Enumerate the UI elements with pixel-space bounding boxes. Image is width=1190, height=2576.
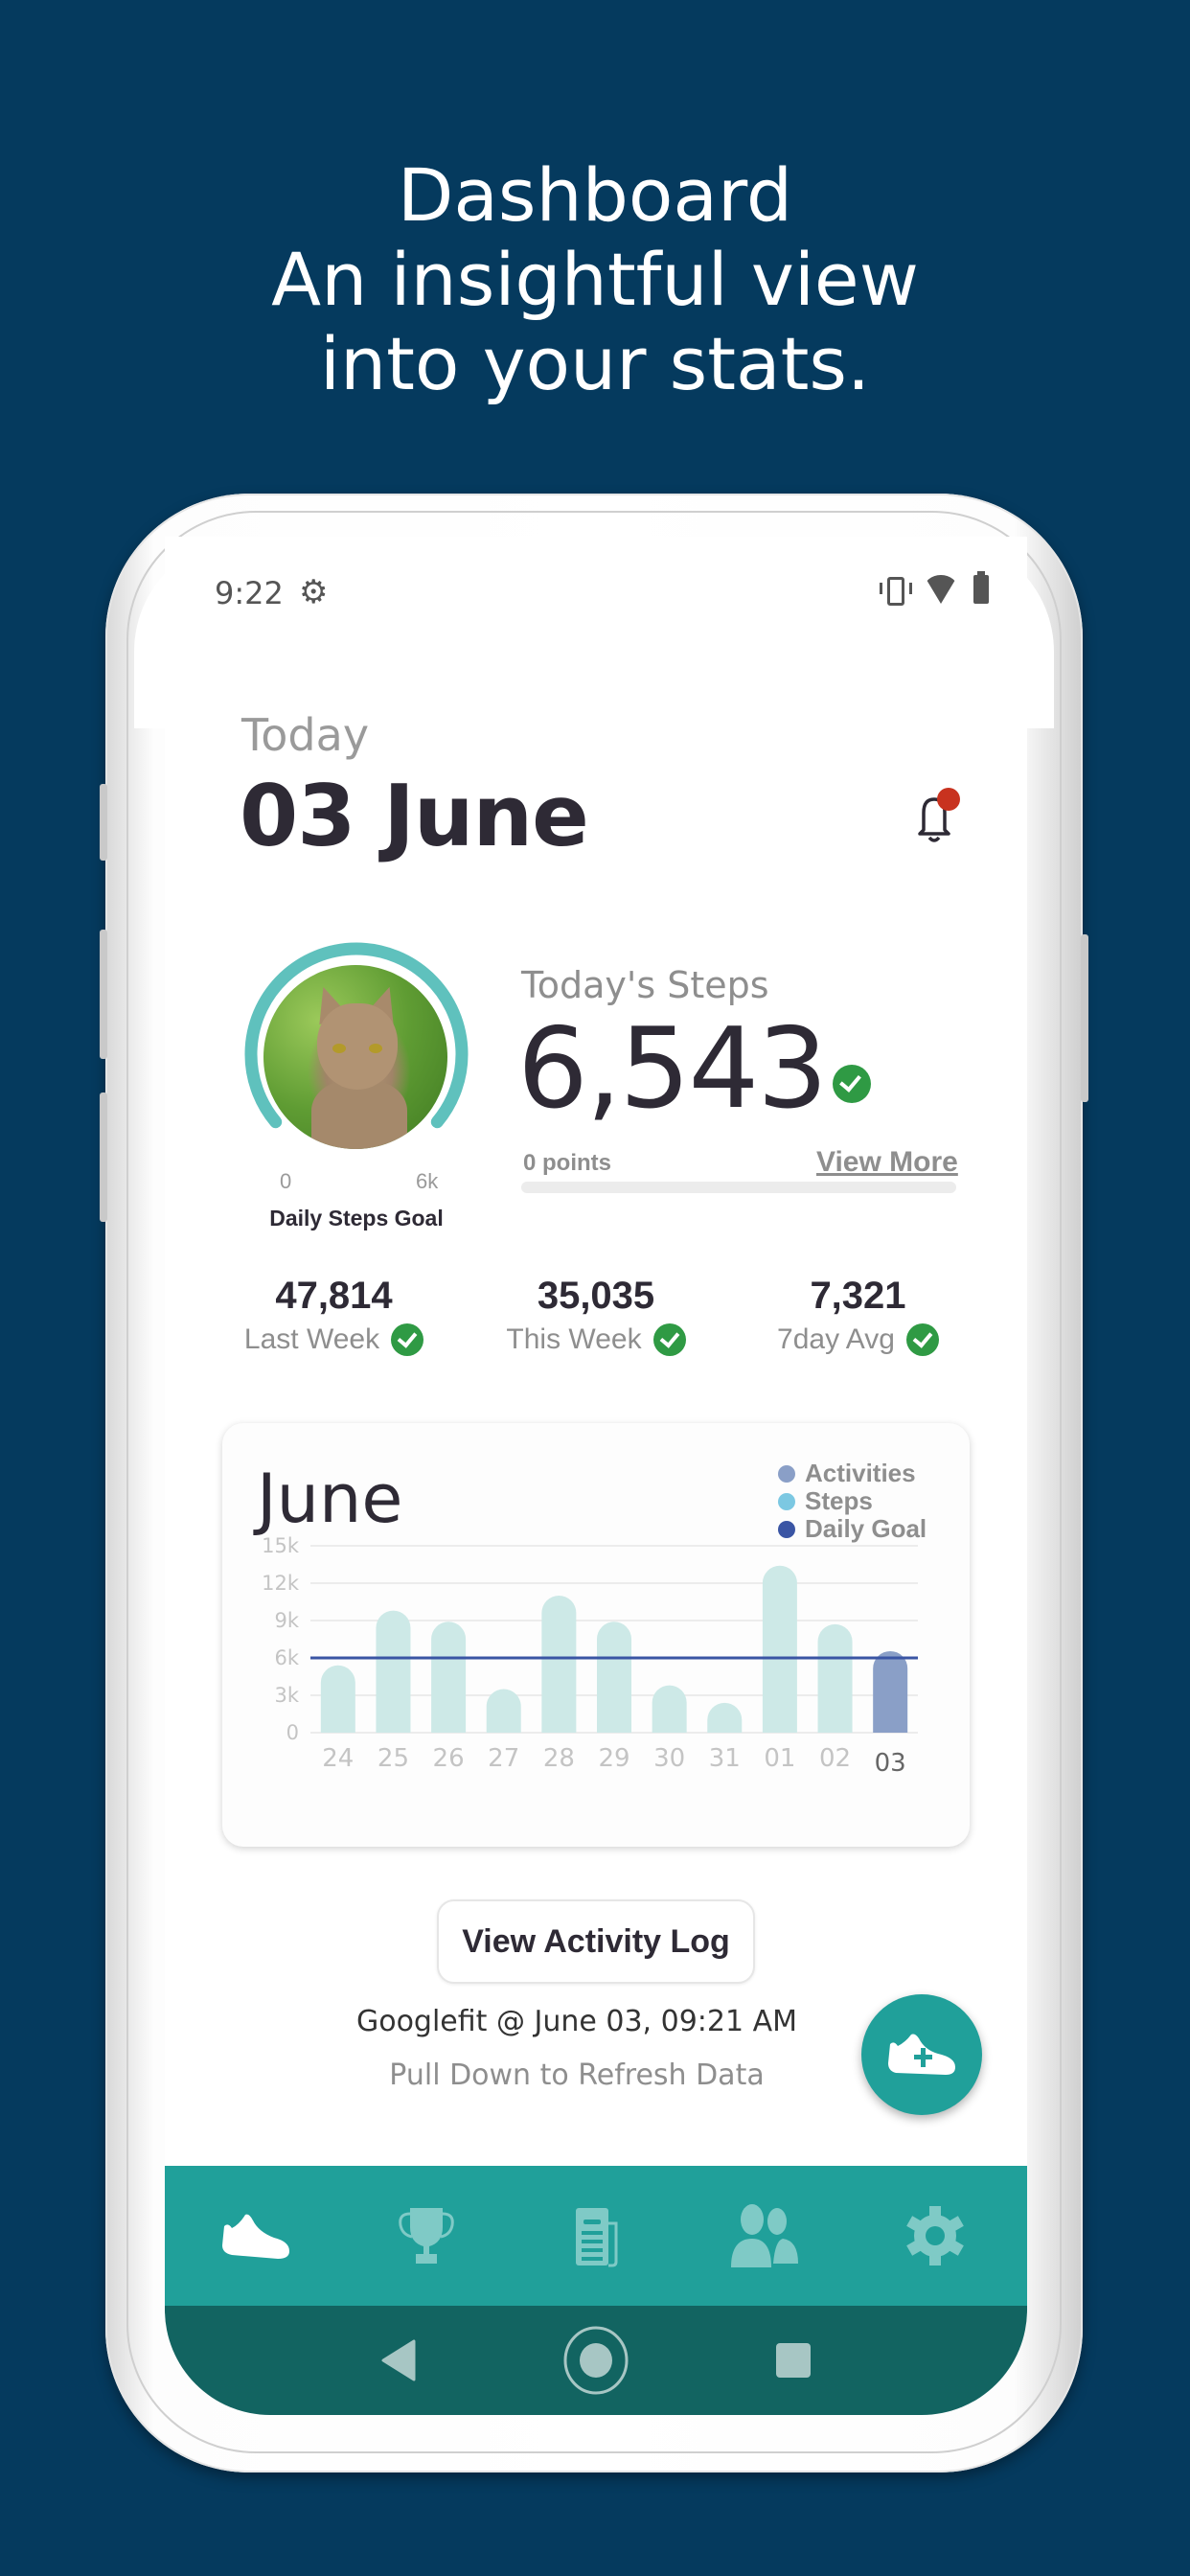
status-time: 9:22 — [215, 575, 284, 611]
y-tick-label: 6k — [274, 1646, 299, 1669]
monthly-chart-card[interactable]: June Activities Steps Daily Goal 0 3k 6k 9k… — [222, 1423, 970, 1847]
bar-steps-27 — [486, 1689, 521, 1733]
bar-steps-30 — [652, 1685, 687, 1733]
phone-side-button — [100, 784, 107, 861]
today-label: Today — [241, 709, 370, 761]
shoe-icon — [222, 2214, 290, 2259]
stat-label: Last Week — [243, 1323, 380, 1355]
points-progress-bar — [521, 1182, 956, 1193]
x-tick-label: 28 — [543, 1744, 575, 1773]
check-icon — [391, 1323, 424, 1356]
add-activity-shoe-icon — [888, 2034, 955, 2075]
bar-steps-28 — [541, 1596, 577, 1733]
home-icon[interactable] — [561, 2326, 630, 2395]
app-screen: 9:22 ⚙ Today 03 June 0 6k Daily Steps Go… — [165, 537, 1027, 2415]
check-icon — [833, 1065, 871, 1103]
x-tick-label: 30 — [653, 1744, 685, 1773]
wifi-icon — [924, 575, 958, 604]
avatar-cat-body — [311, 1080, 407, 1149]
battery-icon — [973, 571, 989, 604]
add-activity-fab[interactable] — [861, 1994, 982, 2115]
people-icon — [730, 2204, 798, 2267]
stat-last-week: 47,814 Last Week — [203, 1275, 465, 1356]
bar-steps-01 — [762, 1565, 797, 1733]
page-title-date: 03 June — [240, 767, 589, 865]
x-tick-label: 01 — [764, 1744, 795, 1773]
todays-steps-value: 6,543 — [517, 1004, 828, 1134]
x-tick-label: 02 — [819, 1744, 851, 1773]
bar-steps-31 — [707, 1702, 743, 1733]
phone-volume-up-button — [100, 930, 107, 1059]
avatar[interactable] — [263, 965, 447, 1149]
trophy-icon — [399, 2208, 454, 2264]
stat-label: 7day Avg — [777, 1323, 895, 1355]
promo-headline: Dashboard An insightful view into your s… — [0, 153, 1190, 406]
stat-label: This Week — [506, 1323, 642, 1355]
check-icon — [905, 1323, 939, 1356]
avatar-cat-eye — [369, 1044, 382, 1053]
weekly-stats: 47,814 Last Week 35,035 This Week 7,321 … — [203, 1275, 989, 1356]
view-activity-log-button[interactable]: View Activity Log — [437, 1899, 755, 1984]
phone-volume-down-button — [100, 1092, 107, 1222]
newspaper-icon — [575, 2208, 618, 2267]
x-tick-label: 27 — [488, 1744, 519, 1773]
x-tick-label: 24 — [322, 1744, 354, 1773]
gear-icon — [905, 2206, 964, 2266]
system-navigation-bar — [165, 2306, 1027, 2415]
steps-bar-chart: 0 3k 6k 9k 12k 15k 24 25 26 27 28 29 30 31 01 02 03 — [262, 1534, 918, 1778]
nav-item-team[interactable] — [708, 2188, 823, 2284]
nav-item-activity[interactable] — [199, 2188, 314, 2284]
stat-7day-avg: 7,321 7day Avg — [727, 1275, 989, 1356]
bar-steps-26 — [431, 1622, 467, 1733]
vibrate-icon — [880, 575, 912, 606]
nav-item-news[interactable] — [538, 2188, 653, 2284]
y-tick-label: 15k — [262, 1534, 300, 1557]
bar-steps-24 — [320, 1665, 355, 1733]
stat-this-week: 35,035 This Week — [466, 1275, 727, 1356]
avatar-cat-eye — [332, 1044, 346, 1053]
y-tick-label: 3k — [274, 1684, 299, 1707]
check-icon — [652, 1323, 686, 1356]
headline-line-2: An insightful view — [271, 237, 919, 322]
bar-steps-29 — [597, 1622, 631, 1733]
ring-min-label: 0 — [280, 1169, 292, 1193]
y-tick-label: 9k — [274, 1609, 299, 1632]
bottom-nav — [165, 2166, 1027, 2306]
y-tick-label: 12k — [262, 1572, 300, 1595]
headline-line-3: into your stats. — [319, 321, 871, 406]
bar-activities-03 — [873, 1650, 908, 1733]
phone-power-button — [1081, 934, 1088, 1102]
status-icons — [880, 571, 989, 606]
bar-steps-25 — [376, 1610, 411, 1733]
daily-steps-goal-label: Daily Steps Goal — [269, 1206, 444, 1230]
stat-value: 7,321 — [810, 1275, 906, 1317]
stat-value: 35,035 — [537, 1275, 655, 1317]
view-more-link[interactable]: View More — [816, 1146, 958, 1179]
x-tick-label: 31 — [709, 1744, 741, 1773]
recents-icon[interactable] — [774, 2341, 812, 2380]
ring-max-label: 6k — [416, 1169, 439, 1193]
todays-steps-label: Today's Steps — [521, 964, 769, 1006]
x-tick-label: 26 — [433, 1744, 465, 1773]
x-tick-label: 29 — [598, 1744, 629, 1773]
nav-item-settings[interactable] — [878, 2188, 993, 2284]
headline-line-1: Dashboard — [397, 152, 793, 238]
x-tick-label: 25 — [378, 1744, 409, 1773]
stat-value: 47,814 — [275, 1275, 393, 1317]
gear-icon: ⚙ — [299, 574, 329, 610]
bar-steps-02 — [817, 1623, 853, 1733]
points-label: 0 points — [523, 1150, 612, 1176]
avatar-cat-face — [317, 1003, 398, 1090]
x-tick-label: 03 — [875, 1749, 906, 1778]
nav-item-challenges[interactable] — [369, 2188, 484, 2284]
notification-badge — [937, 788, 960, 811]
status-bar: 9:22 ⚙ — [165, 571, 1027, 613]
y-tick-label: 0 — [286, 1721, 299, 1744]
back-icon[interactable] — [379, 2338, 418, 2382]
